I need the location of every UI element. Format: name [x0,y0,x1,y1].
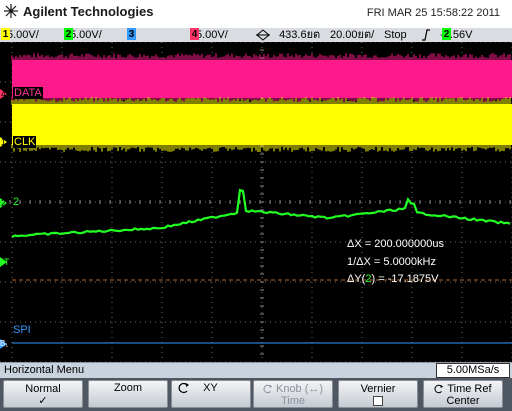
sample-rate: 5.00MSa/s [436,363,510,378]
title-bar: Agilent Technologies FRI MAR 25 15:58:22… [0,0,512,28]
ch4-indicator: 4 [190,28,199,40]
zoom-softkey[interactable]: Zoom [88,380,168,408]
ch1-status[interactable]: 1 5.00V/ [1,28,39,42]
ch2-label: 2 [13,196,20,208]
knob-icon [434,384,444,394]
menu-title: Horizontal Menu [4,364,85,376]
normal-label: Normal [25,383,61,395]
vernier-checkbox[interactable] [373,396,383,407]
timebase-value[interactable]: 20.00ยต/ [330,28,374,42]
clk-trace [12,104,512,145]
delay-value: 433.6ยต [279,29,321,41]
ch2-status[interactable]: 2 5.00V/ [64,28,102,42]
waveform-display[interactable]: 4 1 2 T B₁ DATA CLK 2 SPI ΔX = 200.00000… [0,42,512,362]
trigger-status[interactable]: 2 -7.56V [421,28,472,42]
ch1-scale: 5.00V/ [7,29,39,41]
ch2-trace [11,188,511,238]
time-ref-value: Center [446,395,480,407]
run-state[interactable]: Stop [384,28,407,42]
checkmark-icon: ✓ [38,395,48,407]
delta-y-readout: ΔY(2) = -17.1875V [347,273,438,285]
delta-y-value: ) = -17.1875V [371,273,439,285]
ch3-indicator: 3 [127,28,136,40]
delay-status[interactable]: 433.6ยต [256,28,320,42]
delay-diamond-icon [256,29,270,41]
status-line: 1 5.00V/ 2 5.00V/ 3 4 5.00V/ 433.6ยต 20.… [0,28,512,42]
time-ref-label: Time Ref [447,383,492,395]
rising-edge-icon [422,29,430,41]
time-ref-softkey[interactable]: Time Ref Center [423,380,503,408]
ch4-marker: 4 [1,89,7,99]
xy-softkey[interactable]: XY [171,380,251,408]
knob-label: Knob (↔) [275,383,324,395]
ch2-marker: 2 [1,198,7,208]
spi-label: SPI [13,324,31,336]
vernier-label: Vernier [360,383,396,395]
vernier-softkey[interactable]: Vernier [338,380,418,408]
ch2-indicator: 2 [64,28,73,40]
bus-marker: B₁ [0,339,9,348]
agilent-spark-icon [4,4,18,18]
normal-softkey[interactable]: Normal ✓ [3,380,83,408]
ch1-indicator: 1 [1,28,10,40]
knob-time-label: Time [280,395,306,407]
data-label: DATA [13,87,43,99]
ch4-scale: 5.00V/ [196,29,228,41]
ch4-status[interactable]: 4 5.00V/ [190,28,228,42]
date-time: FRI MAR 25 15:58:22 2011 [366,7,500,19]
data-trace [12,60,512,98]
knob-icon [263,384,273,394]
menu-title-bar: Horizontal Menu 5.00MSa/s [0,362,512,378]
zoom-label: Zoom [113,382,143,394]
ch1-marker: 1 [1,137,7,147]
knob-select-icon [178,383,189,394]
brand-logo: Agilent Technologies [3,3,154,19]
clk-label: CLK [13,136,37,148]
inverse-delta-x-readout: 1/ΔX = 5.0000kHz [347,256,436,268]
delta-y-prefix: ΔY( [347,273,366,285]
xy-label: XY [203,382,218,394]
trigger-channel: 2 [442,28,452,40]
brand-name: Agilent Technologies [23,3,154,19]
trigger-marker: T [4,257,10,267]
softkey-bar: Normal ✓ Zoom XY Knob (↔) Time Vernier T… [0,378,512,411]
delta-x-readout: ΔX = 200.000000us [347,238,444,250]
ch2-scale: 5.00V/ [70,29,102,41]
waveform-canvas [0,42,512,362]
knob-time-softkey[interactable]: Knob (↔) Time [253,380,333,408]
